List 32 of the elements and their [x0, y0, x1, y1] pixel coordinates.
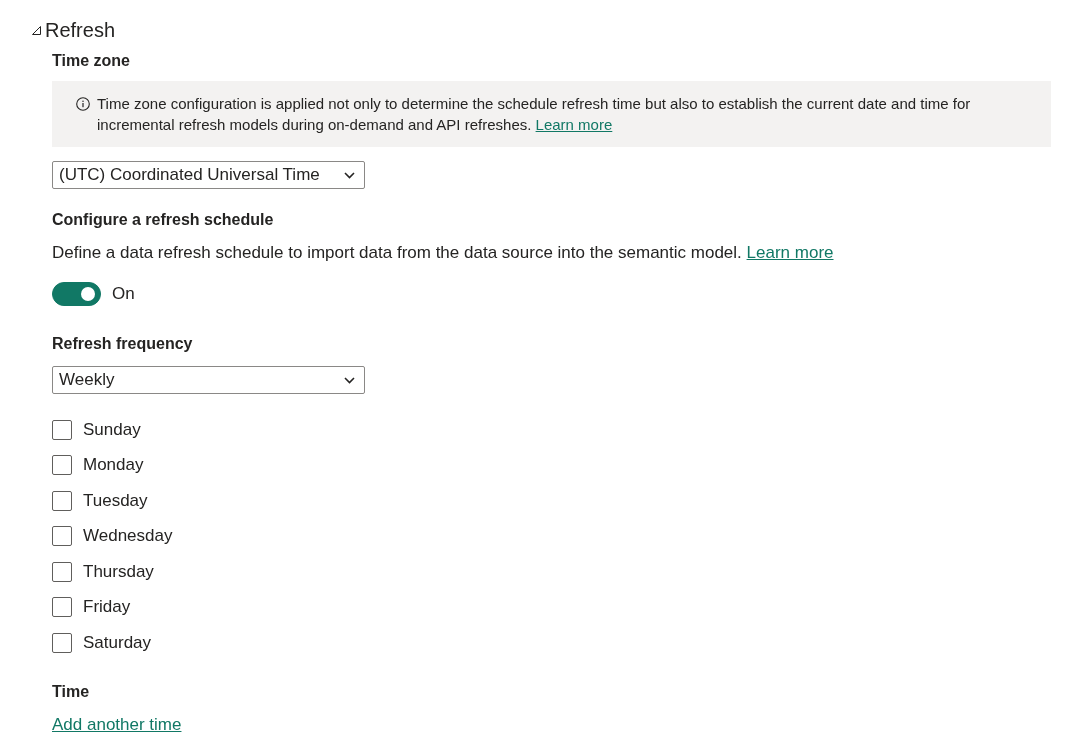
frequency-label: Refresh frequency — [52, 334, 193, 354]
collapse-triangle-icon[interactable] — [32, 25, 41, 35]
time-zone-label: Time zone — [52, 51, 130, 71]
chevron-down-icon — [344, 376, 355, 384]
checkbox[interactable] — [52, 490, 72, 511]
checkbox-label: Monday — [83, 454, 144, 477]
checkbox-label: Sunday — [83, 418, 141, 441]
chevron-down-icon — [344, 171, 355, 179]
add-time-link[interactable]: Add another time — [52, 714, 182, 734]
schedule-description: Define a data refresh schedule to import data from the data source into the semantic model. Learn more — [52, 242, 834, 264]
checkbox[interactable] — [52, 526, 72, 547]
checkbox-label: Wednesday — [83, 525, 173, 548]
checkbox-label: Thursday — [83, 560, 154, 583]
info-icon — [76, 97, 90, 111]
toggle-switch[interactable] — [52, 282, 101, 306]
time-zone-dropdown[interactable]: (UTC) Coordinated Universal Time — [52, 161, 365, 189]
section-title: Refresh — [45, 18, 116, 43]
checkbox[interactable] — [52, 632, 72, 653]
checkbox[interactable] — [52, 597, 72, 618]
checkbox-label: Tuesday — [83, 489, 148, 512]
checkbox[interactable] — [52, 561, 72, 582]
info-text: Time zone configuration is applied not only to determine the schedule refresh time but also to establish the current date and time for incremental refresh models during on-demand and API refreshes. Learn more — [97, 94, 972, 135]
learn-more-link[interactable]: Learn more — [535, 116, 613, 133]
checkbox[interactable] — [52, 419, 72, 440]
toggle-label: On — [112, 283, 135, 305]
checkbox-label: Friday — [83, 596, 131, 619]
checkbox-label: Saturday — [83, 631, 152, 654]
learn-more-link[interactable]: Learn more — [746, 243, 834, 262]
schedule-heading: Configure a refresh schedule — [52, 210, 274, 230]
frequency-dropdown[interactable]: Weekly — [52, 366, 365, 394]
checkbox[interactable] — [52, 455, 72, 476]
time-label: Time — [52, 681, 90, 702]
